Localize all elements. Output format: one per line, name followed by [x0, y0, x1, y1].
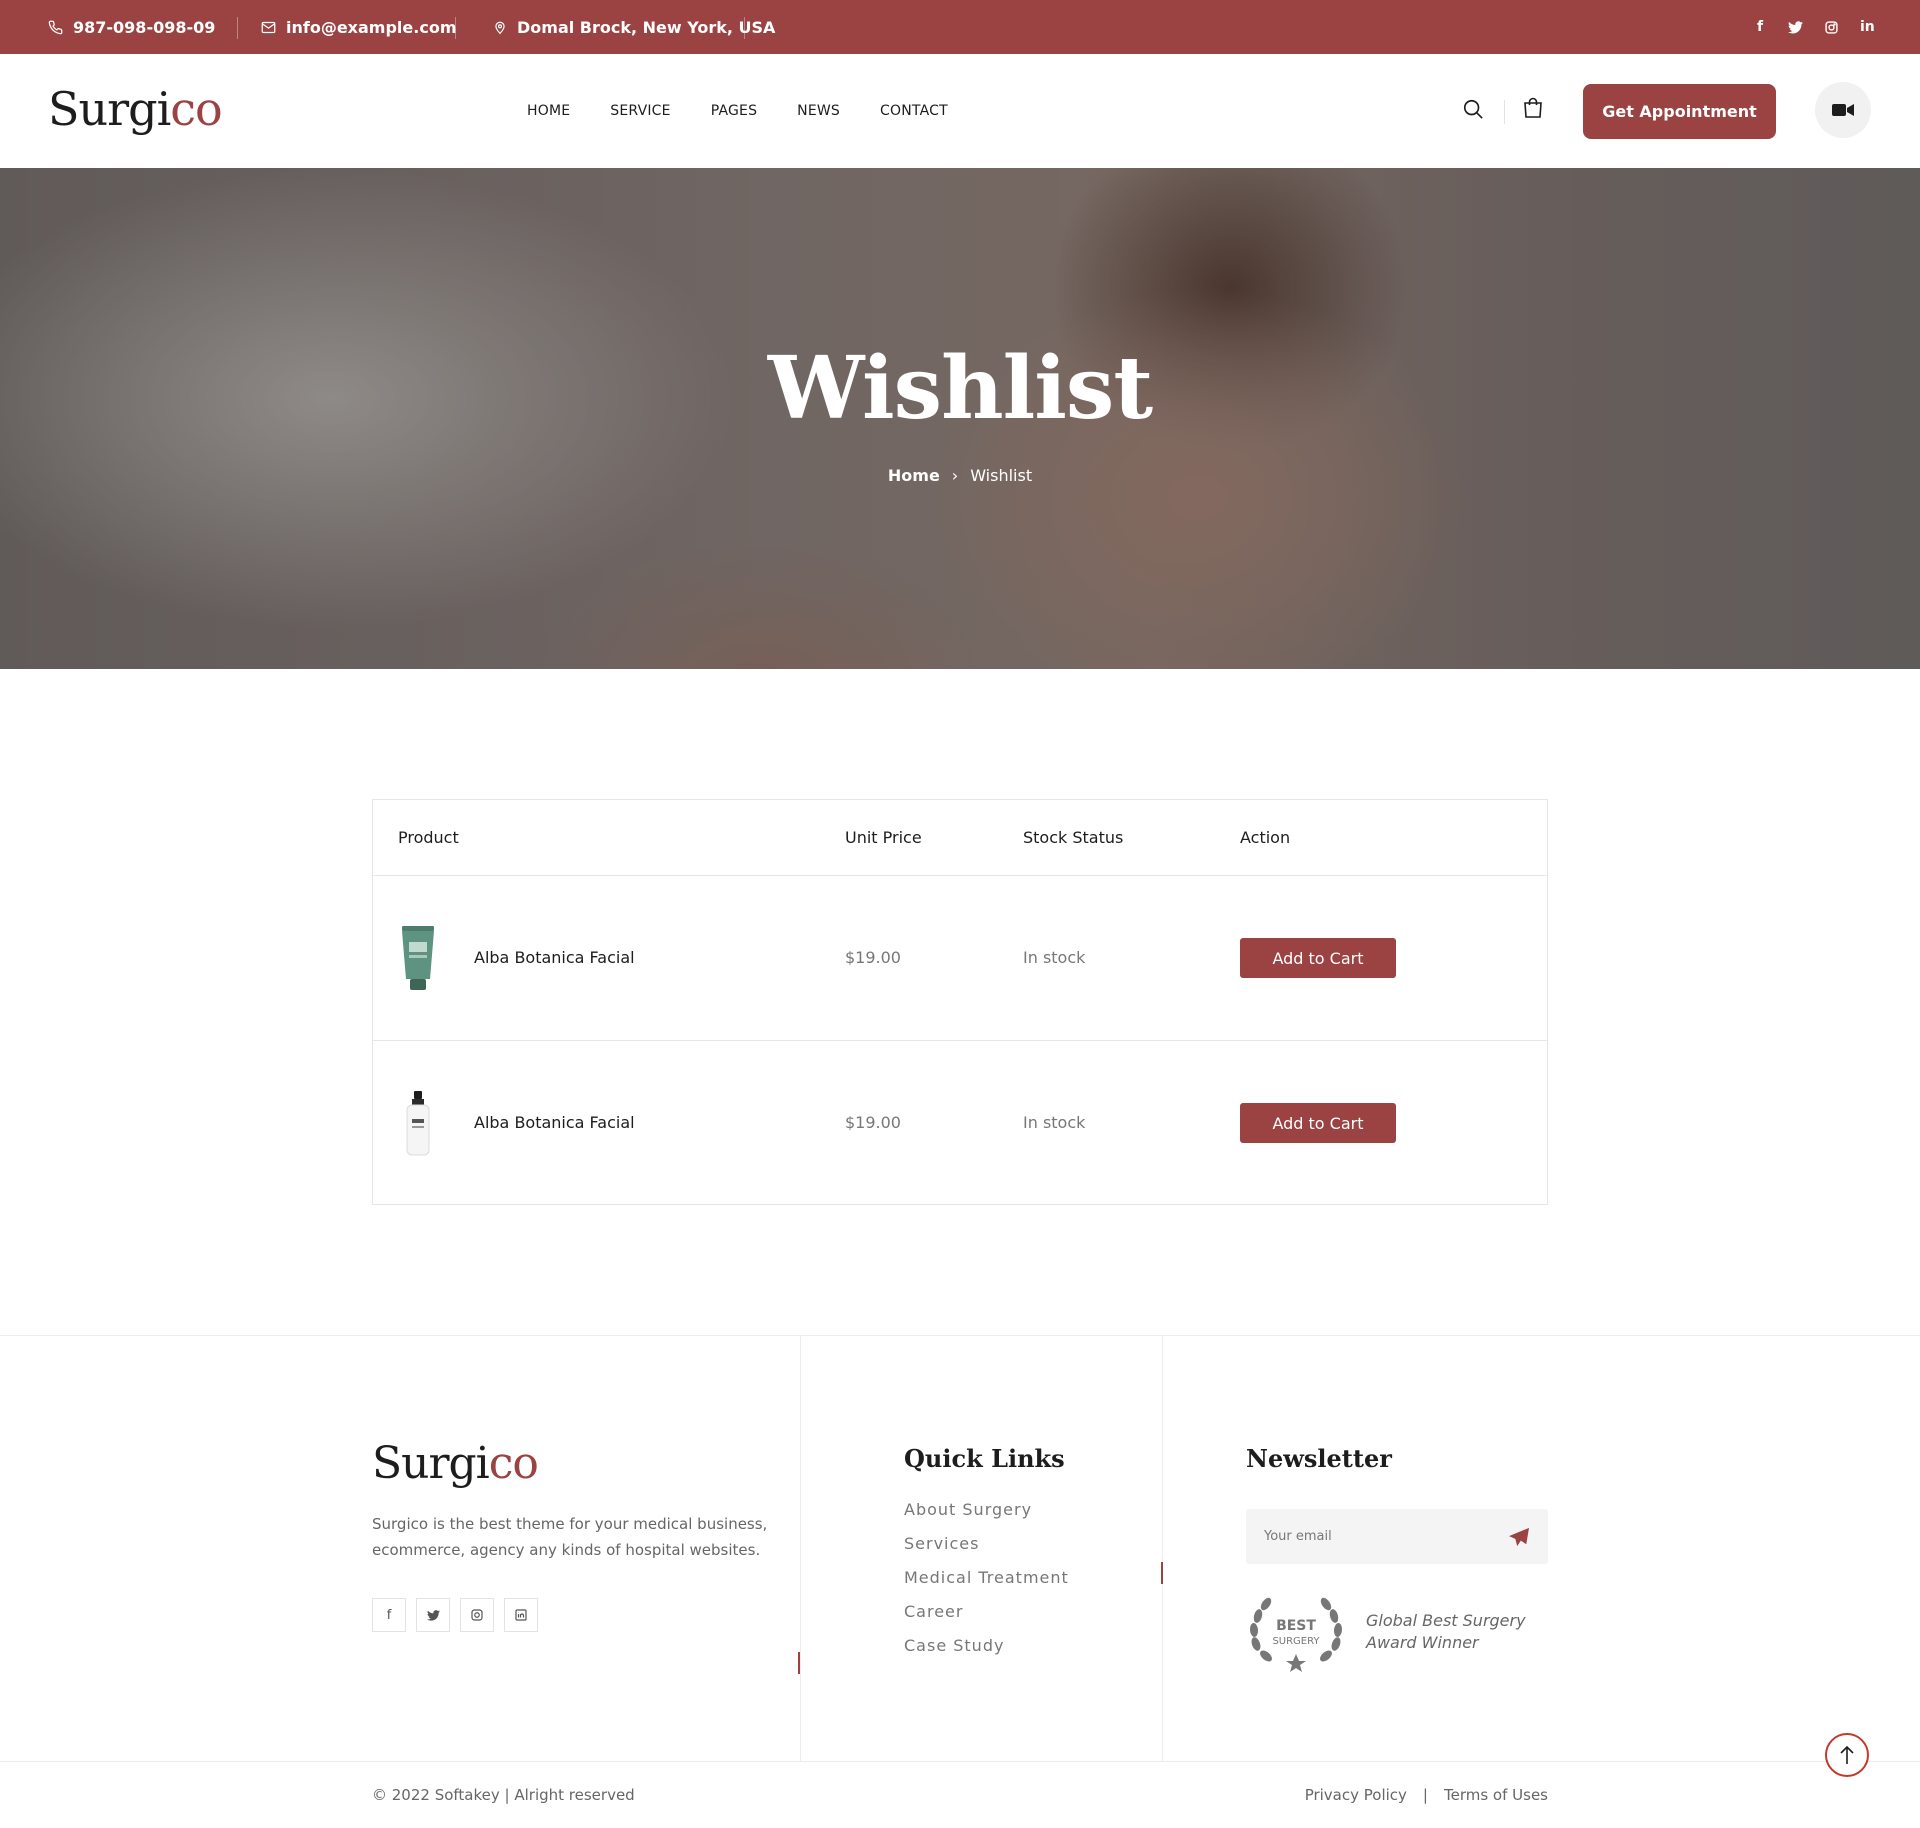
footer-logo-text-accent: co	[488, 1438, 539, 1489]
topbar-address-text: Domal Brock, New York, USA	[517, 17, 776, 37]
unit-price: $19.00	[845, 948, 901, 967]
site-header: Surgico HOME SERVICE PAGES NEWS CONTACT …	[0, 54, 1920, 168]
table-header: Product Unit Price Stock Status Action	[373, 800, 1547, 876]
logo-text-accent: co	[170, 82, 222, 136]
add-to-cart-button[interactable]: Add to Cart	[1240, 938, 1396, 978]
award-caption: Global Best Surgery Award Winner	[1366, 1610, 1526, 1654]
topbar-socials: f in	[1754, 0, 1875, 54]
page-title: Wishlist	[767, 338, 1153, 439]
nav-pages[interactable]: PAGES	[711, 103, 757, 119]
footer-bottom-divider	[0, 1761, 1920, 1762]
column-action: Action	[1240, 828, 1291, 847]
map-pin-icon	[495, 21, 505, 34]
linkedin-icon	[515, 1609, 527, 1621]
product-name[interactable]: Alba Botanica Facial	[474, 948, 635, 967]
footer-column-divider	[1162, 1336, 1163, 1761]
site-logo[interactable]: Surgico	[48, 86, 223, 132]
breadcrumb-home-link[interactable]: Home	[888, 466, 940, 485]
column-product: Product	[398, 828, 459, 847]
quick-link-services[interactable]: Services	[904, 1534, 979, 1553]
header-divider	[1504, 100, 1505, 124]
quick-links-title: Quick Links	[904, 1444, 1065, 1473]
page-hero-banner: Wishlist Home › Wishlist	[0, 168, 1920, 669]
search-icon[interactable]	[1462, 98, 1484, 120]
legal-separator: |	[1422, 1786, 1428, 1804]
award-line-2: Award Winner	[1366, 1633, 1479, 1652]
topbar-phone[interactable]: 987-098-098-09	[48, 0, 215, 54]
twitter-icon[interactable]	[1788, 20, 1803, 34]
footer-divider	[0, 1335, 1920, 1336]
topbar-phone-text: 987-098-098-09	[73, 17, 216, 37]
topbar-divider	[744, 17, 745, 39]
unit-price: $19.00	[845, 1113, 901, 1132]
footer-instagram-link[interactable]	[460, 1598, 494, 1632]
video-call-button[interactable]	[1815, 82, 1871, 138]
shopping-bag-icon[interactable]	[1523, 97, 1543, 119]
privacy-policy-link[interactable]: Privacy Policy	[1305, 1786, 1407, 1804]
quick-link-case-study[interactable]: Case Study	[904, 1636, 1004, 1655]
award-badge-line1: BEST	[1276, 1618, 1316, 1634]
twitter-icon	[426, 1609, 440, 1621]
footer-linkedin-link[interactable]	[504, 1598, 538, 1632]
footer-twitter-link[interactable]	[416, 1598, 450, 1632]
nav-home[interactable]: HOME	[527, 103, 570, 119]
facebook-icon[interactable]: f	[1754, 19, 1766, 35]
product-image[interactable]	[397, 924, 439, 992]
top-bar: 987-098-098-09 info@example.com Domal Br…	[0, 0, 1920, 54]
newsletter-form	[1246, 1509, 1548, 1564]
laurel-award-icon: BEST SURGERY	[1249, 1597, 1343, 1672]
quick-link-about-surgery[interactable]: About Surgery	[904, 1500, 1032, 1519]
nav-contact[interactable]: CONTACT	[880, 103, 948, 119]
phone-icon	[48, 20, 63, 34]
get-appointment-button[interactable]: Get Appointment	[1583, 84, 1776, 139]
topbar-divider	[237, 17, 238, 39]
instagram-icon	[471, 1609, 483, 1621]
footer-description: Surgico is the best theme for your medic…	[372, 1515, 768, 1559]
footer-logo[interactable]: Surgico	[372, 1442, 539, 1486]
award-line-1: Global Best Surgery	[1366, 1611, 1526, 1630]
newsletter-title: Newsletter	[1246, 1444, 1392, 1473]
chevron-right-icon: ›	[951, 466, 959, 485]
terms-of-use-link[interactable]: Terms of Uses	[1444, 1786, 1548, 1804]
quick-link-medical-treatment[interactable]: Medical Treatment	[904, 1568, 1069, 1587]
footer-logo-text-dark: Surgi	[372, 1438, 490, 1489]
logo-text-dark: Surgi	[48, 82, 171, 136]
instagram-icon[interactable]	[1825, 20, 1838, 34]
topbar-email-text: info@example.com	[286, 17, 457, 37]
column-stock-status: Stock Status	[1023, 828, 1124, 847]
table-row: Alba Botanica Facial $19.00 In stock Add…	[373, 1041, 1547, 1206]
column-unit-price: Unit Price	[845, 828, 922, 847]
facebook-icon: f	[386, 1607, 392, 1623]
scroll-to-top-button[interactable]	[1825, 1733, 1869, 1777]
mail-icon	[261, 21, 276, 33]
product-name[interactable]: Alba Botanica Facial	[474, 1113, 635, 1132]
footer-column-divider	[800, 1336, 801, 1761]
breadcrumb: Home › Wishlist	[0, 466, 1920, 485]
add-to-cart-button[interactable]: Add to Cart	[1240, 1103, 1396, 1143]
wishlist-table: Product Unit Price Stock Status Action A…	[372, 799, 1548, 1205]
table-row: Alba Botanica Facial $19.00 In stock Add…	[373, 876, 1547, 1041]
footer-accent-mark	[1161, 1562, 1163, 1584]
stock-status: In stock	[1023, 1113, 1086, 1132]
footer-facebook-link[interactable]: f	[372, 1598, 406, 1632]
linkedin-icon[interactable]: in	[1860, 19, 1875, 35]
topbar-address: Domal Brock, New York, USA	[493, 0, 775, 54]
product-image[interactable]	[397, 1089, 439, 1157]
quick-link-career[interactable]: Career	[904, 1602, 963, 1621]
copyright-text: © 2022 Softakey | Alright reserved	[372, 1786, 635, 1804]
nav-service[interactable]: SERVICE	[610, 103, 670, 119]
nav-news[interactable]: NEWS	[797, 103, 840, 119]
stock-status: In stock	[1023, 948, 1086, 967]
footer-accent-mark	[798, 1652, 800, 1674]
arrow-up-icon	[1840, 1745, 1854, 1764]
topbar-divider	[455, 17, 456, 39]
breadcrumb-current: Wishlist	[970, 466, 1033, 485]
topbar-email[interactable]: info@example.com	[261, 0, 456, 54]
award-badge-line2: SURGERY	[1272, 1636, 1320, 1647]
send-icon[interactable]	[1508, 1527, 1530, 1547]
newsletter-email-input[interactable]	[1264, 1509, 1504, 1564]
legal-links: Privacy Policy | Terms of Uses	[1305, 1786, 1548, 1804]
video-camera-icon	[1832, 104, 1854, 116]
main-nav: HOME SERVICE PAGES NEWS CONTACT	[527, 54, 948, 168]
